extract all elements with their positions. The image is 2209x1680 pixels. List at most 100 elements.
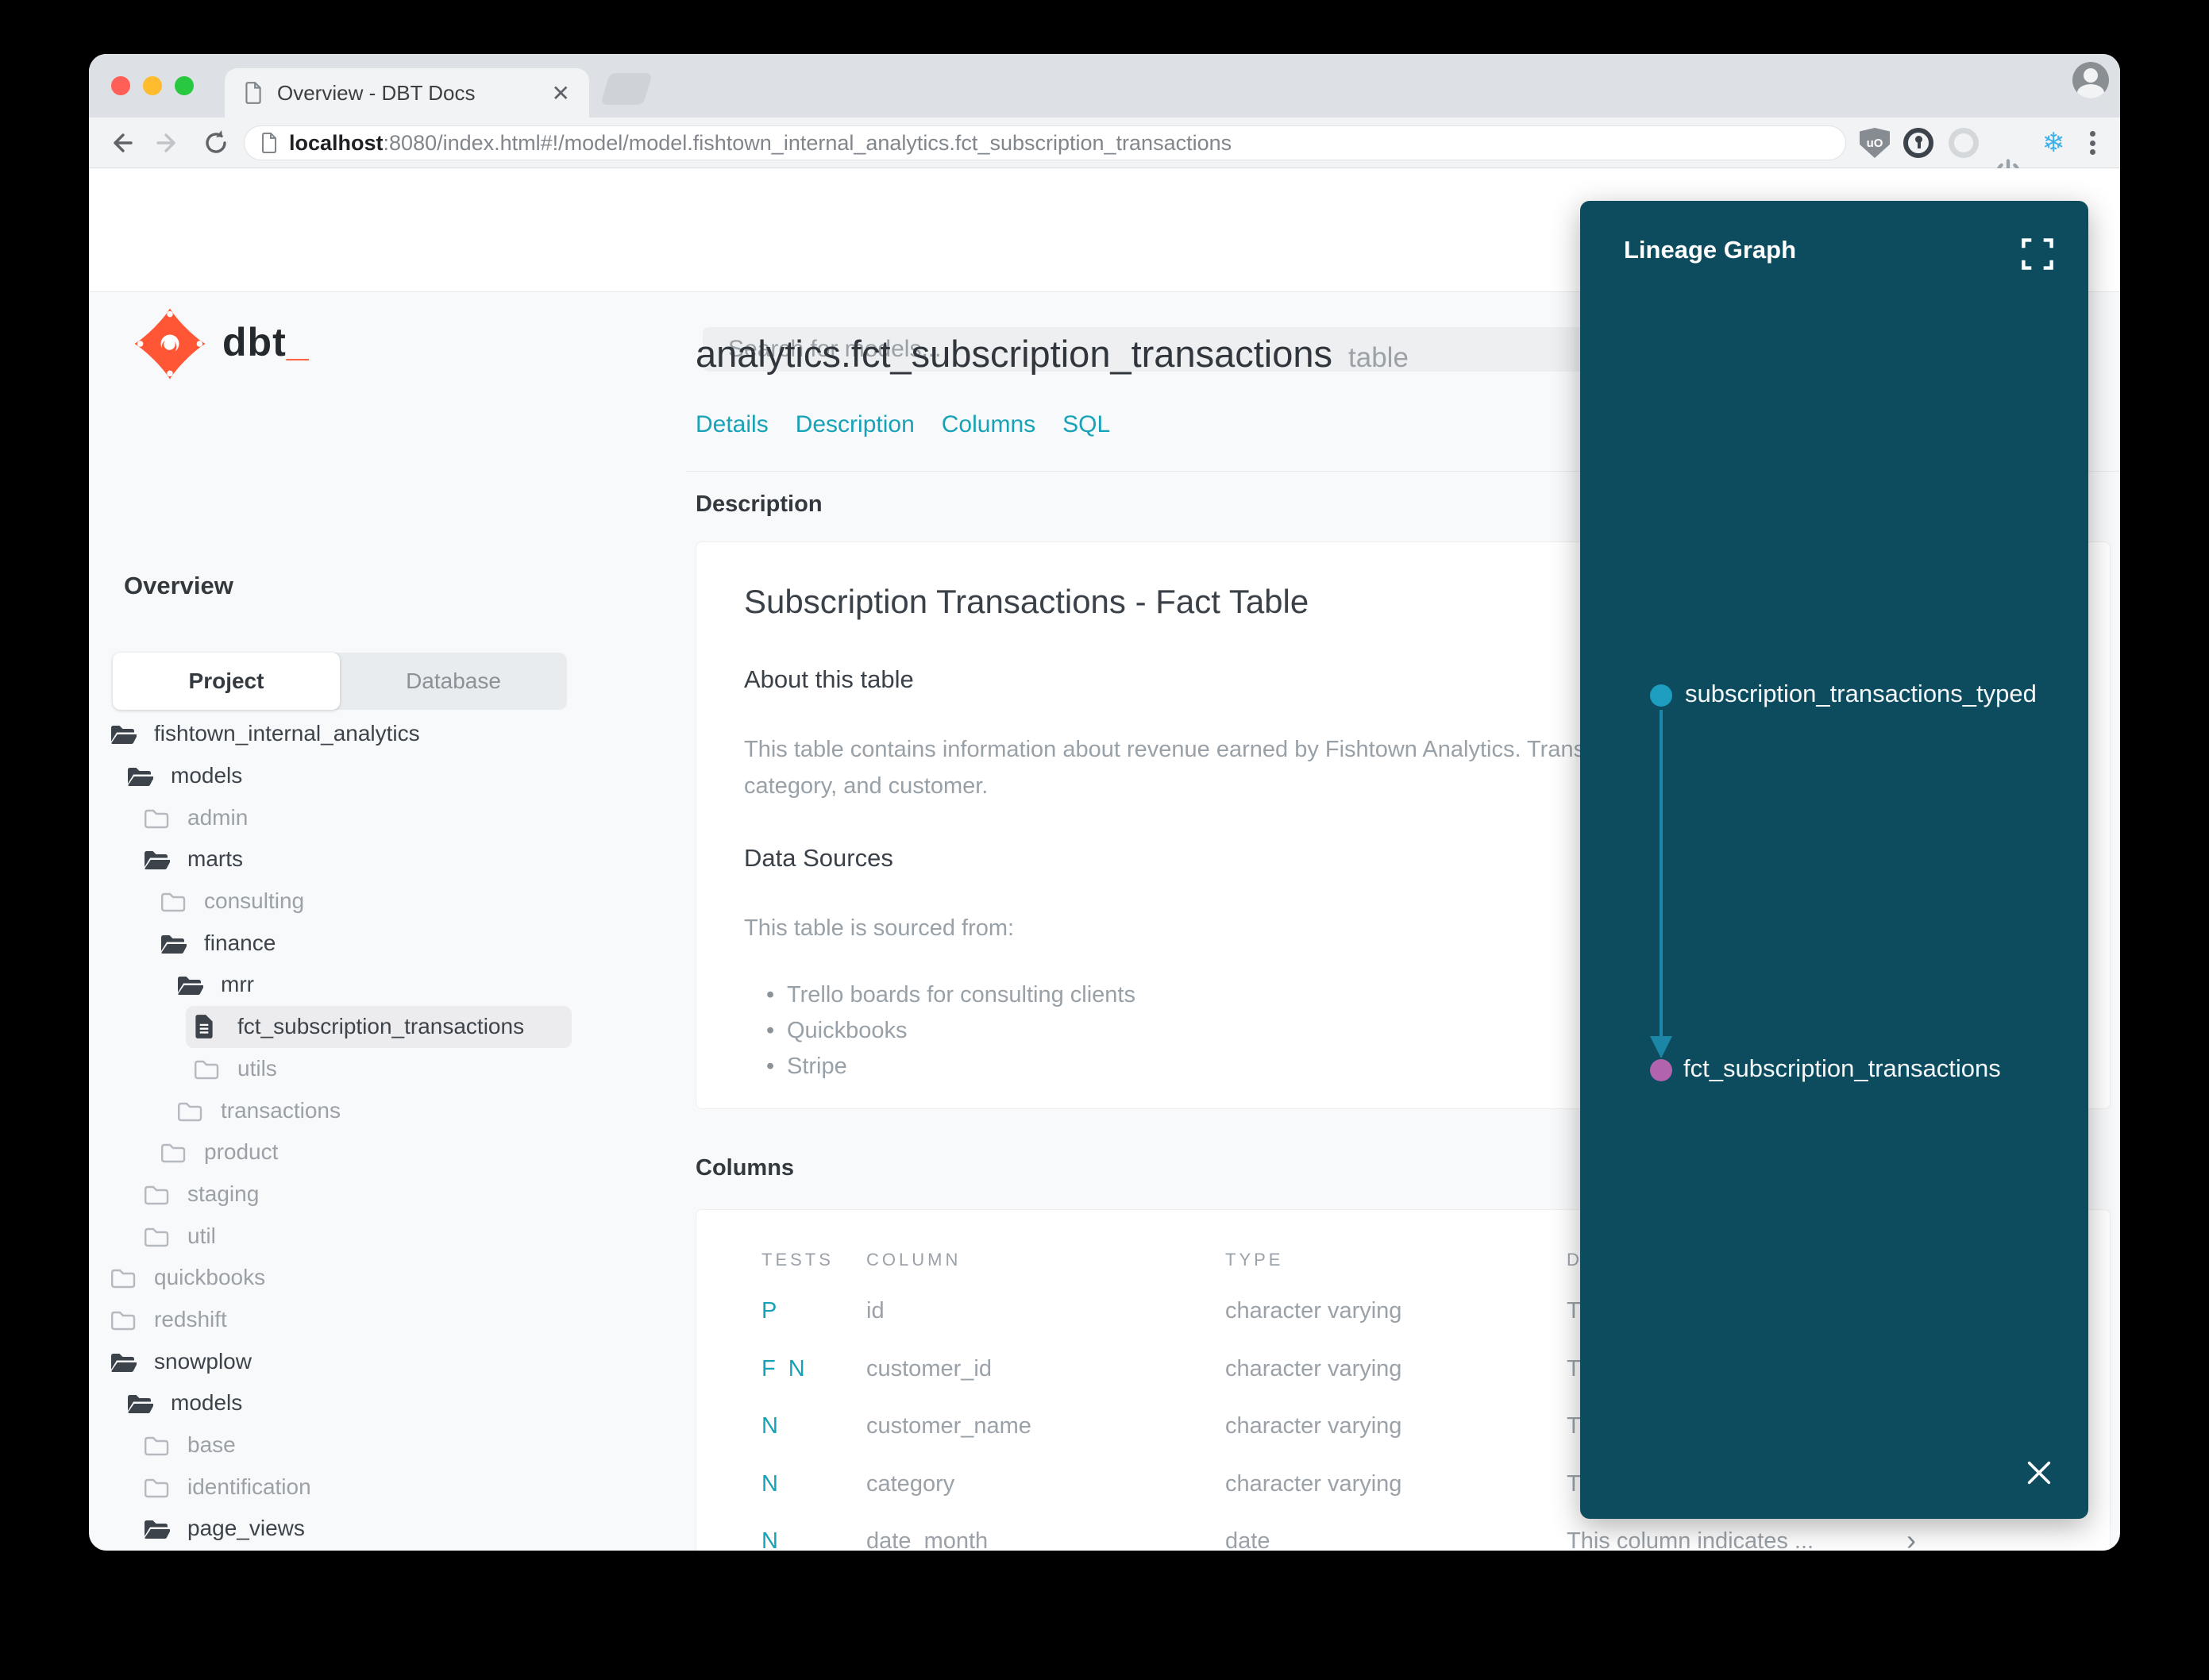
tab-details[interactable]: Details xyxy=(696,411,769,438)
tests-cell: P xyxy=(761,1298,781,1324)
node-fct-subscription-transactions[interactable] xyxy=(1650,1059,1672,1081)
folder-open-icon xyxy=(160,931,187,956)
browser-menu-icon[interactable] xyxy=(2088,128,2096,158)
tree-item-identification[interactable]: identification xyxy=(89,1466,687,1508)
tree-item-label: base xyxy=(187,1432,236,1458)
tab-project[interactable]: Project xyxy=(113,653,340,710)
tree-item-consulting[interactable]: consulting xyxy=(89,880,687,923)
extension-circle-icon[interactable] xyxy=(1949,128,1979,158)
folder-icon xyxy=(110,1307,137,1332)
tree-item-marts[interactable]: marts xyxy=(89,838,687,880)
browser-tab[interactable]: Overview - DBT Docs ✕ xyxy=(225,68,589,118)
tab-description[interactable]: Description xyxy=(796,411,915,438)
folder-icon xyxy=(143,1223,170,1249)
type-cell: character varying xyxy=(1225,1298,1402,1324)
tests-cell: N xyxy=(761,1413,781,1439)
back-button[interactable] xyxy=(106,129,135,157)
url-path: :8080/index.html#!/model/model.fishtown_… xyxy=(383,130,1232,155)
tree-item-redshift[interactable]: redshift xyxy=(89,1299,687,1341)
tree-item-label: marts xyxy=(187,846,243,872)
tree-item-utils[interactable]: utils xyxy=(89,1048,687,1090)
column-name-cell: date_month xyxy=(866,1528,989,1551)
sidebar-section-title: Overview xyxy=(124,572,233,599)
tab-strip: Overview - DBT Docs ✕ xyxy=(89,54,2120,118)
ublock-origin-icon[interactable]: uO xyxy=(1860,128,1890,158)
tree-item-page_views[interactable]: page_views xyxy=(89,1508,687,1550)
sidebar: Overview Project Database fishtown_inter… xyxy=(89,292,687,1551)
folder-icon xyxy=(143,1432,170,1458)
zoom-window-button[interactable] xyxy=(175,76,194,95)
lineage-graph-panel: Lineage Graph subscription_transactions_… xyxy=(1580,201,2088,1519)
tree-item-models[interactable]: models xyxy=(89,1382,687,1424)
lineage-node-label[interactable]: subscription_transactions_typed xyxy=(1685,680,2037,708)
tree-item-admin[interactable]: admin xyxy=(89,796,687,838)
type-cell: character varying xyxy=(1225,1413,1402,1439)
description-section-label: Description xyxy=(696,491,823,517)
column-header-tests: TESTS xyxy=(761,1250,834,1270)
folder-icon xyxy=(176,1098,203,1123)
tree-item-label: identification xyxy=(187,1474,311,1499)
table-row-date_month[interactable]: Ndate_month date This column indicates ...… xyxy=(696,1524,2110,1551)
description-cell: This column indicates ... xyxy=(1567,1528,1814,1551)
tests-cell: F N xyxy=(761,1355,808,1381)
lineage-node-label[interactable]: fct_subscription_transactions xyxy=(1683,1054,2001,1083)
folder-icon xyxy=(160,1139,187,1165)
snowflake-icon[interactable]: ❄ xyxy=(2038,128,2068,158)
tree-item-snowplow[interactable]: snowplow xyxy=(89,1340,687,1382)
folder-icon xyxy=(143,805,170,830)
tree-item-quickbooks[interactable]: quickbooks xyxy=(89,1257,687,1299)
type-cell: character varying xyxy=(1225,1470,1402,1497)
minimize-window-button[interactable] xyxy=(143,76,162,95)
tree-item-label: consulting xyxy=(204,888,305,914)
folder-open-icon xyxy=(110,1349,137,1374)
data-source-item: Stripe xyxy=(744,1049,1135,1085)
columns-section-label: Columns xyxy=(696,1155,795,1181)
tab-close-icon[interactable]: ✕ xyxy=(552,80,570,106)
column-header-column: COLUMN xyxy=(866,1250,962,1270)
tree-item-label: quickbooks xyxy=(154,1265,266,1290)
close-icon[interactable] xyxy=(2025,1458,2053,1487)
data-source-item: Quickbooks xyxy=(744,1013,1135,1049)
column-name-cell: customer_name xyxy=(866,1413,1031,1439)
close-window-button[interactable] xyxy=(111,76,130,95)
tab-columns[interactable]: Columns xyxy=(942,411,1035,438)
reload-button[interactable] xyxy=(202,129,230,157)
profile-avatar[interactable] xyxy=(2072,62,2109,98)
tree-item-util[interactable]: util xyxy=(89,1215,687,1257)
tree-item-label: snowplow xyxy=(154,1348,252,1374)
folder-icon xyxy=(143,1474,170,1500)
browser-window: Overview - DBT Docs ✕ localhost:8080/ind… xyxy=(89,54,2120,1551)
tree-item-product[interactable]: product xyxy=(89,1131,687,1173)
tree-item-label: fct_subscription_transactions xyxy=(237,1014,525,1039)
tree-item-mrr[interactable]: mrr xyxy=(89,964,687,1006)
chevron-right-icon[interactable]: › xyxy=(1906,1524,1916,1551)
tree-item-base[interactable]: base xyxy=(89,1424,687,1466)
data-sources-intro: This table is sourced from: xyxy=(744,915,1015,941)
tree-item-label: finance xyxy=(204,930,276,955)
folder-icon xyxy=(193,1056,220,1081)
tab-database[interactable]: Database xyxy=(340,653,567,710)
tree-item-label: product xyxy=(204,1139,279,1165)
folder-open-icon xyxy=(143,846,170,872)
folder-open-icon xyxy=(143,1516,170,1541)
project-database-toggle: Project Database xyxy=(113,653,567,710)
url-bar[interactable]: localhost:8080/index.html#!/model/model.… xyxy=(244,125,1846,160)
tree-item-finance[interactable]: finance xyxy=(89,922,687,964)
tree-item-fishtown_internal_analytics[interactable]: fishtown_internal_analytics xyxy=(89,713,687,755)
node-subscription-transactions-typed[interactable] xyxy=(1650,684,1672,707)
tree-item-fct_subscription_transactions[interactable]: fct_subscription_transactions xyxy=(89,1005,687,1048)
type-cell: character varying xyxy=(1225,1355,1402,1381)
tree-item-transactions[interactable]: transactions xyxy=(89,1089,687,1131)
1password-icon[interactable] xyxy=(1903,128,1933,158)
tree-item-label: models xyxy=(171,1390,243,1416)
tree-item-snowplow_page_views[interactable]: snowplow_page_views xyxy=(89,1550,687,1551)
tab-sql[interactable]: SQL xyxy=(1062,411,1110,438)
lineage-graph[interactable] xyxy=(1580,201,2088,1519)
tree-item-staging[interactable]: staging xyxy=(89,1173,687,1216)
tree-item-models[interactable]: models xyxy=(89,755,687,797)
new-tab-button[interactable] xyxy=(600,73,653,105)
page-favicon-icon xyxy=(245,82,261,104)
tree-item-label: transactions xyxy=(221,1097,341,1123)
model-doc-tabs: Details Description Columns SQL xyxy=(696,411,1110,438)
forward-button[interactable] xyxy=(154,129,183,157)
